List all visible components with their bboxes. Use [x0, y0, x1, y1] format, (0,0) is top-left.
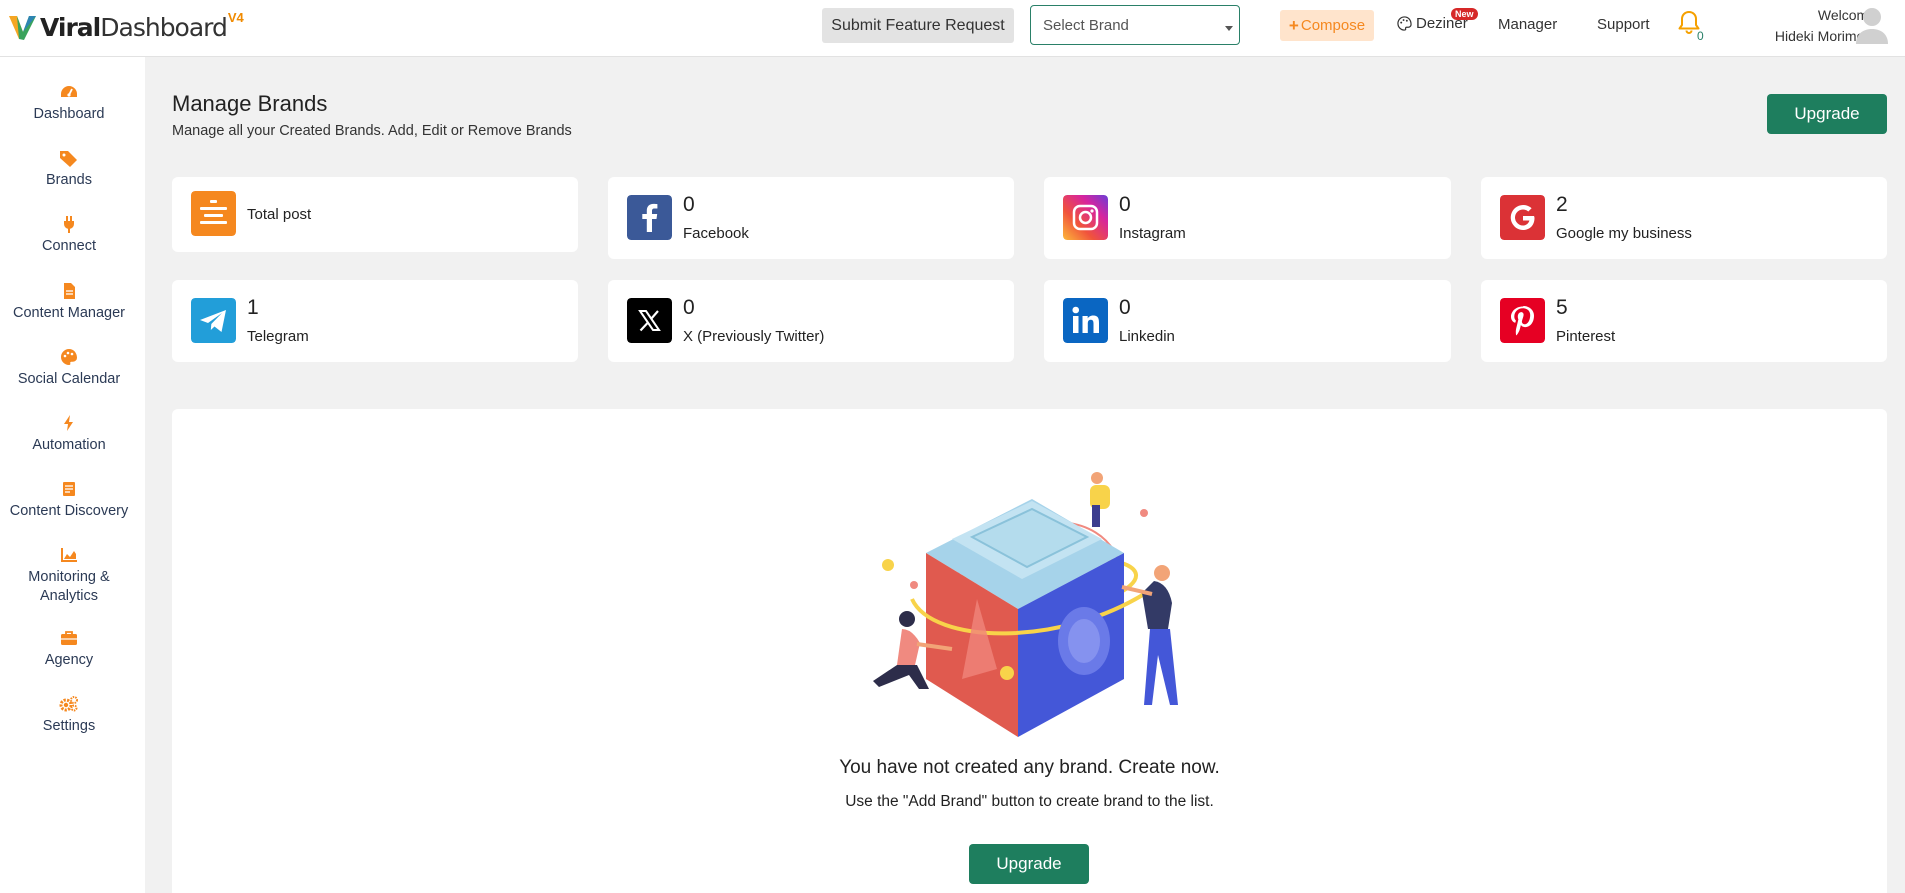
plug-icon: [64, 216, 74, 233]
sidebar-item-label: Brands: [46, 172, 92, 188]
stat-count: 5: [1556, 296, 1568, 319]
page-title: Manage Brands: [172, 91, 328, 116]
empty-state-title: You have not created any brand. Create n…: [839, 757, 1220, 778]
pinterest-icon: [1500, 298, 1545, 343]
new-badge: New: [1451, 8, 1478, 20]
stat-label: Pinterest: [1556, 328, 1616, 345]
gauge-icon: [61, 86, 77, 97]
stat-card-facebook: 0 Facebook: [608, 177, 1014, 259]
bolt-icon: [64, 415, 73, 431]
stat-count: 0: [1119, 193, 1131, 216]
brand-select[interactable]: Select Brand: [1030, 5, 1240, 45]
list-icon: [63, 482, 75, 496]
google-icon: [1500, 195, 1545, 240]
stat-card-x: 0 X (Previously Twitter): [608, 280, 1014, 362]
tags-icon: [60, 151, 77, 167]
stat-label: Telegram: [247, 328, 309, 345]
submit-feature-request-button[interactable]: Submit Feature Request: [822, 8, 1014, 43]
stat-count: 0: [1119, 296, 1131, 319]
sidebar-item-label: Automation: [32, 437, 106, 453]
x-icon: [627, 298, 672, 343]
stat-label: Linkedin: [1119, 328, 1175, 345]
sidebar-item-settings[interactable]: Settings: [0, 695, 138, 736]
stat-card-linkedin: 0 Linkedin: [1044, 280, 1451, 362]
upgrade-button[interactable]: Upgrade: [1767, 94, 1887, 134]
stat-card-instagram: 0 Instagram: [1044, 177, 1451, 259]
telegram-icon: [191, 298, 236, 343]
stat-label: Facebook: [683, 225, 749, 242]
sidebar-item-label: Content Discovery: [9, 503, 129, 519]
stat-label: Total post: [247, 206, 312, 223]
sidebar-item-content-manager[interactable]: Content Manager: [0, 282, 138, 323]
briefcase-icon: [61, 631, 77, 645]
page-subtitle: Manage all your Created Brands. Add, Edi…: [172, 123, 572, 139]
stat-count: 0: [683, 193, 695, 216]
sidebar-item-label: Content Manager: [12, 305, 126, 321]
stat-card-total-post: Total post: [172, 177, 578, 252]
sidebar-item-label: Connect: [41, 238, 96, 254]
sidebar-item-dashboard[interactable]: Dashboard: [0, 83, 138, 124]
stat-count: 2: [1556, 193, 1568, 216]
chevron-down-icon: [1225, 26, 1233, 31]
top-bar: ViralDashboard V4 Submit Feature Request…: [0, 0, 1905, 57]
sidebar-item-social-calendar[interactable]: Social Calendar: [0, 348, 138, 389]
empty-brands-illustration: [873, 472, 1178, 737]
sidebar-item-monitoring-analytics[interactable]: Monitoring & Analytics: [0, 546, 138, 606]
sidebar-item-automation[interactable]: Automation: [0, 414, 138, 455]
stat-count: 1: [247, 296, 259, 319]
sidebar-item-label: Social Calendar: [17, 371, 121, 387]
sidebar-item-connect[interactable]: Connect: [0, 215, 138, 256]
sidebar: Dashboard Brands Connect Content Manager…: [0, 57, 145, 893]
chart-icon: [61, 548, 77, 562]
brand-select-value: Select Brand: [1043, 16, 1129, 34]
cogs-icon: [59, 696, 78, 712]
stat-label: X (Previously Twitter): [683, 328, 825, 345]
nav-support[interactable]: Support: [1597, 16, 1650, 33]
facebook-icon: [627, 195, 672, 240]
stat-label: Google my business: [1556, 225, 1692, 242]
compose-button[interactable]: + Compose: [1280, 10, 1374, 41]
notification-count: 0: [1697, 29, 1704, 43]
logo-mark-icon: [9, 16, 36, 40]
sidebar-item-agency[interactable]: Agency: [0, 629, 138, 670]
plus-icon: +: [1288, 15, 1299, 35]
linkedin-icon: [1063, 298, 1108, 343]
empty-state-upgrade-button[interactable]: Upgrade: [969, 844, 1089, 884]
nav-manager[interactable]: Manager: [1498, 16, 1557, 33]
sidebar-item-label: Settings: [42, 718, 96, 734]
sidebar-item-brands[interactable]: Brands: [0, 149, 138, 190]
file-icon: [64, 283, 75, 299]
logo-word-viral: Viral: [40, 12, 101, 42]
stat-count: 0: [683, 296, 695, 319]
palette-icon: [1397, 16, 1412, 31]
stat-label: Instagram: [1119, 225, 1186, 242]
palette-icon: [61, 349, 77, 365]
empty-state-subtitle: Use the "Add Brand" button to create bra…: [845, 793, 1214, 810]
compose-label: Compose: [1300, 17, 1366, 34]
sidebar-item-label: Dashboard: [33, 106, 105, 122]
instagram-icon: [1063, 195, 1108, 240]
total-post-icon: [191, 191, 236, 236]
stat-card-telegram: 1 Telegram: [172, 280, 578, 362]
sidebar-item-label: Monitoring & Analytics: [28, 569, 110, 604]
sidebar-item-label: Agency: [44, 652, 94, 668]
logo-version: V4: [227, 9, 244, 25]
stat-card-pinterest: 5 Pinterest: [1481, 280, 1887, 362]
stat-card-google-my-business: 2 Google my business: [1481, 177, 1887, 259]
app-logo[interactable]: ViralDashboard V4: [8, 9, 244, 43]
logo-word-dashboard: Dashboard: [100, 12, 228, 42]
sidebar-item-content-discovery[interactable]: Content Discovery: [0, 480, 138, 521]
avatar[interactable]: [1855, 4, 1889, 44]
